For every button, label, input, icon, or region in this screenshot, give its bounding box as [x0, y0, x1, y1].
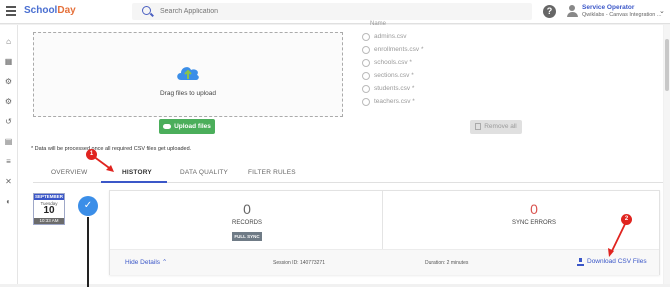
annotation-badge-1: 1 [86, 149, 97, 160]
annotation-arrows [92, 155, 627, 257]
annotation-badge-2: 2 [621, 214, 632, 225]
